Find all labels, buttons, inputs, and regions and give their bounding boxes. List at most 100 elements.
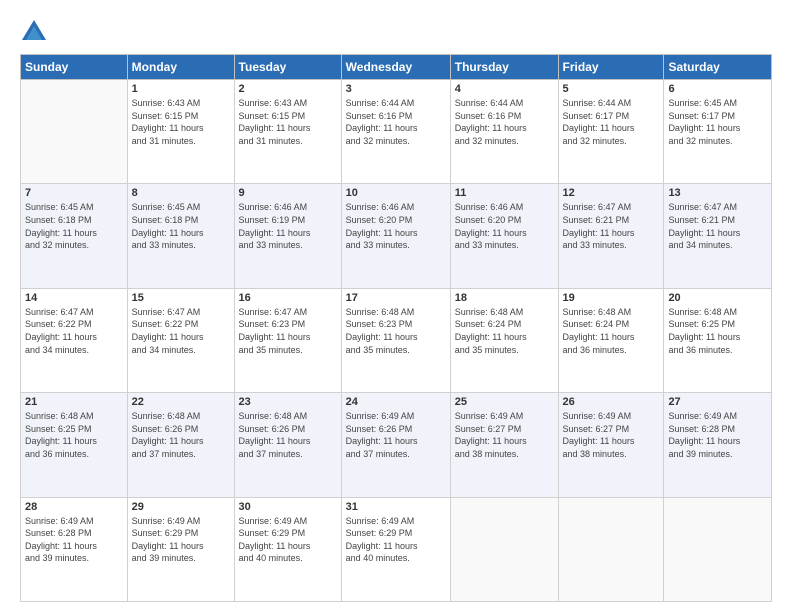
calendar-cell <box>21 80 128 184</box>
calendar-cell: 23Sunrise: 6:48 AM Sunset: 6:26 PM Dayli… <box>234 393 341 497</box>
day-number: 6 <box>668 83 767 95</box>
header-friday: Friday <box>558 55 664 80</box>
calendar-cell: 2 Sunrise: 6:43 AM Sunset: 6:15 PM Daylig… <box>234 80 341 184</box>
day-info: Sunrise: 6:46 AM Sunset: 6:19 PM Dayligh… <box>239 201 337 251</box>
day-number: 8 <box>132 187 230 199</box>
day-info: Sunrise: 6:47 AM Sunset: 6:21 PM Dayligh… <box>563 201 660 251</box>
header-tuesday: Tuesday <box>234 55 341 80</box>
day-info: Sunrise: 6:49 AM Sunset: 6:27 PM Dayligh… <box>563 410 660 460</box>
day-number: 28 <box>25 501 123 513</box>
day-info: Sunrise: 6:48 AM Sunset: 6:25 PM Dayligh… <box>668 306 767 356</box>
day-info: Sunrise: 6:49 AM Sunset: 6:28 PM Dayligh… <box>668 410 767 460</box>
calendar-cell: 24 Sunrise: 6:49 AM Sunset: 6:26 PM Dayli… <box>341 393 450 497</box>
day-info: Sunrise: 6:48 AM Sunset: 6:23 PM Dayligh… <box>346 306 446 356</box>
calendar-cell: 29Sunrise: 6:49 AM Sunset: 6:29 PM Dayli… <box>127 497 234 601</box>
day-number: 3 <box>346 83 446 95</box>
day-number: 20 <box>668 292 767 304</box>
day-number: 15 <box>132 292 230 304</box>
day-number: 11 <box>455 187 554 199</box>
day-number: 2 <box>239 83 337 95</box>
weekday-header-row: Sunday Monday Tuesday Wednesday Thursday… <box>21 55 772 80</box>
calendar-cell: 20 Sunrise: 6:48 AM Sunset: 6:25 PM Dayli… <box>664 288 772 392</box>
day-number: 14 <box>25 292 123 304</box>
day-info: Sunrise: 6:49 AM Sunset: 6:26 PM Dayligh… <box>346 410 446 460</box>
day-number: 21 <box>25 396 123 408</box>
calendar-cell: 25 Sunrise: 6:49 AM Sunset: 6:27 PM Dayli… <box>450 393 558 497</box>
calendar-week-row: 21 Sunrise: 6:48 AM Sunset: 6:25 PM Dayli… <box>21 393 772 497</box>
calendar-cell <box>558 497 664 601</box>
day-info: Sunrise: 6:46 AM Sunset: 6:20 PM Dayligh… <box>455 201 554 251</box>
calendar-week-row: 28 Sunrise: 6:49 AM Sunset: 6:28 PM Dayli… <box>21 497 772 601</box>
calendar-page: Sunday Monday Tuesday Wednesday Thursday… <box>0 0 792 612</box>
day-info: Sunrise: 6:48 AM Sunset: 6:26 PM Dayligh… <box>132 410 230 460</box>
day-info: Sunrise: 6:49 AM Sunset: 6:29 PM Dayligh… <box>346 515 446 565</box>
calendar-cell: 19Sunrise: 6:48 AM Sunset: 6:24 PM Dayli… <box>558 288 664 392</box>
day-info: Sunrise: 6:47 AM Sunset: 6:23 PM Dayligh… <box>239 306 337 356</box>
day-number: 27 <box>668 396 767 408</box>
day-info: Sunrise: 6:44 AM Sunset: 6:16 PM Dayligh… <box>346 97 446 147</box>
day-number: 31 <box>346 501 446 513</box>
calendar-cell: 18 Sunrise: 6:48 AM Sunset: 6:24 PM Dayli… <box>450 288 558 392</box>
header-thursday: Thursday <box>450 55 558 80</box>
day-info: Sunrise: 6:48 AM Sunset: 6:25 PM Dayligh… <box>25 410 123 460</box>
calendar-cell: 27 Sunrise: 6:49 AM Sunset: 6:28 PM Dayli… <box>664 393 772 497</box>
day-number: 22 <box>132 396 230 408</box>
calendar-cell: 3 Sunrise: 6:44 AM Sunset: 6:16 PM Daylig… <box>341 80 450 184</box>
day-info: Sunrise: 6:46 AM Sunset: 6:20 PM Dayligh… <box>346 201 446 251</box>
day-number: 16 <box>239 292 337 304</box>
calendar-cell: 21 Sunrise: 6:48 AM Sunset: 6:25 PM Dayli… <box>21 393 128 497</box>
day-number: 10 <box>346 187 446 199</box>
day-number: 17 <box>346 292 446 304</box>
day-number: 1 <box>132 83 230 95</box>
calendar-cell: 30 Sunrise: 6:49 AM Sunset: 6:29 PM Dayli… <box>234 497 341 601</box>
day-info: Sunrise: 6:45 AM Sunset: 6:18 PM Dayligh… <box>132 201 230 251</box>
day-number: 19 <box>563 292 660 304</box>
header-wednesday: Wednesday <box>341 55 450 80</box>
day-info: Sunrise: 6:47 AM Sunset: 6:21 PM Dayligh… <box>668 201 767 251</box>
logo <box>20 18 52 46</box>
calendar-cell: 6 Sunrise: 6:45 AM Sunset: 6:17 PM Daylig… <box>664 80 772 184</box>
day-number: 18 <box>455 292 554 304</box>
day-number: 4 <box>455 83 554 95</box>
day-info: Sunrise: 6:49 AM Sunset: 6:27 PM Dayligh… <box>455 410 554 460</box>
calendar-cell: 12Sunrise: 6:47 AM Sunset: 6:21 PM Dayli… <box>558 184 664 288</box>
day-info: Sunrise: 6:44 AM Sunset: 6:17 PM Dayligh… <box>563 97 660 147</box>
header-monday: Monday <box>127 55 234 80</box>
day-number: 7 <box>25 187 123 199</box>
day-info: Sunrise: 6:49 AM Sunset: 6:28 PM Dayligh… <box>25 515 123 565</box>
day-number: 25 <box>455 396 554 408</box>
day-info: Sunrise: 6:43 AM Sunset: 6:15 PM Dayligh… <box>132 97 230 147</box>
calendar-cell: 8 Sunrise: 6:45 AM Sunset: 6:18 PM Daylig… <box>127 184 234 288</box>
calendar-cell <box>664 497 772 601</box>
calendar-week-row: 7 Sunrise: 6:45 AM Sunset: 6:18 PM Daylig… <box>21 184 772 288</box>
day-info: Sunrise: 6:45 AM Sunset: 6:18 PM Dayligh… <box>25 201 123 251</box>
calendar-cell: 7 Sunrise: 6:45 AM Sunset: 6:18 PM Daylig… <box>21 184 128 288</box>
header <box>20 18 772 46</box>
calendar-cell: 16 Sunrise: 6:47 AM Sunset: 6:23 PM Dayli… <box>234 288 341 392</box>
day-info: Sunrise: 6:45 AM Sunset: 6:17 PM Dayligh… <box>668 97 767 147</box>
calendar-cell: 14Sunrise: 6:47 AM Sunset: 6:22 PM Dayli… <box>21 288 128 392</box>
calendar-week-row: 1 Sunrise: 6:43 AM Sunset: 6:15 PM Daylig… <box>21 80 772 184</box>
calendar-table: Sunday Monday Tuesday Wednesday Thursday… <box>20 54 772 602</box>
calendar-cell: 5Sunrise: 6:44 AM Sunset: 6:17 PM Daylig… <box>558 80 664 184</box>
calendar-cell: 1 Sunrise: 6:43 AM Sunset: 6:15 PM Daylig… <box>127 80 234 184</box>
calendar-cell: 26Sunrise: 6:49 AM Sunset: 6:27 PM Dayli… <box>558 393 664 497</box>
day-number: 24 <box>346 396 446 408</box>
calendar-cell <box>450 497 558 601</box>
calendar-cell: 31 Sunrise: 6:49 AM Sunset: 6:29 PM Dayli… <box>341 497 450 601</box>
day-number: 9 <box>239 187 337 199</box>
day-number: 30 <box>239 501 337 513</box>
calendar-cell: 22 Sunrise: 6:48 AM Sunset: 6:26 PM Dayli… <box>127 393 234 497</box>
day-number: 13 <box>668 187 767 199</box>
header-saturday: Saturday <box>664 55 772 80</box>
header-sunday: Sunday <box>21 55 128 80</box>
calendar-cell: 13 Sunrise: 6:47 AM Sunset: 6:21 PM Dayli… <box>664 184 772 288</box>
day-info: Sunrise: 6:43 AM Sunset: 6:15 PM Dayligh… <box>239 97 337 147</box>
day-info: Sunrise: 6:44 AM Sunset: 6:16 PM Dayligh… <box>455 97 554 147</box>
calendar-week-row: 14Sunrise: 6:47 AM Sunset: 6:22 PM Dayli… <box>21 288 772 392</box>
day-info: Sunrise: 6:48 AM Sunset: 6:24 PM Dayligh… <box>455 306 554 356</box>
day-number: 23 <box>239 396 337 408</box>
day-info: Sunrise: 6:49 AM Sunset: 6:29 PM Dayligh… <box>239 515 337 565</box>
logo-icon <box>20 18 48 46</box>
calendar-cell: 9 Sunrise: 6:46 AM Sunset: 6:19 PM Daylig… <box>234 184 341 288</box>
